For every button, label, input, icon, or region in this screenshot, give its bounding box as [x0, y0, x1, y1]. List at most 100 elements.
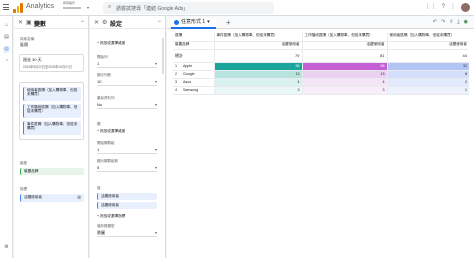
- close-icon[interactable]: ✕: [18, 19, 23, 26]
- insights-icon[interactable]: ◉: [464, 19, 468, 25]
- account-label: 所有帳戶: [63, 1, 76, 5]
- row-index: 1: [173, 62, 181, 71]
- total-label: 總計: [173, 49, 215, 63]
- tab-label: 任意形式 1: [181, 19, 206, 25]
- left-nav-rail: ⌂ ▤ ◎ ◔ ⚙: [0, 16, 13, 258]
- top-app-bar: Analytics 所有帳戶 ▾ ⌕ 請嘗試搜尋「連結 Google Ads」 …: [0, 0, 474, 16]
- freeform-table: 區隔 事件區隔（加入購物車、但從未購買） 工作階段區隔（加入購物車、但從未購買）…: [173, 33, 469, 95]
- segment-chip[interactable]: 事件區隔（加入購物車、但從未購買）: [23, 121, 81, 135]
- avatar[interactable]: [461, 3, 470, 12]
- heat-cell: 1: [387, 86, 469, 95]
- row-index: 3: [173, 78, 181, 87]
- show-cols-select[interactable]: 5 ▾: [97, 165, 157, 172]
- total-row: 總計 79 81 44: [173, 49, 469, 63]
- metric-header-row: 裝置品牌 活躍使用者 活躍使用者 活躍使用者: [173, 41, 469, 50]
- table-row[interactable]: 4 Samsung 3 3 1: [173, 86, 469, 95]
- download-icon[interactable]: ⤓: [457, 19, 459, 25]
- chevron-down-icon: ▾: [154, 230, 157, 235]
- show-cols-value: 5: [97, 165, 100, 170]
- segment-chip[interactable]: 使用者區隔（加入購物車、但從未購買）: [23, 87, 81, 101]
- heat-cell: 8: [387, 70, 469, 79]
- value-chip[interactable]: 活躍使用者: [97, 202, 157, 209]
- start-row-value: 1: [97, 61, 100, 66]
- tab-freeform[interactable]: 任意形式 1 ▾: [171, 18, 216, 29]
- tab-bar: 任意形式 1 ▾ + ↶ ↷ ⇪ ⤓ ◉: [167, 16, 474, 29]
- add-metric[interactable]: + 拖放或選擇指標: [97, 214, 125, 219]
- table-row[interactable]: 3 Asus 4 4 2: [173, 78, 469, 87]
- canvas-toolbar: ↶ ↷ ⇪ ⤓ ◉: [433, 19, 468, 25]
- exploration-canvas: 任意形式 1 ▾ + ↶ ↷ ⇪ ⤓ ◉ 區隔 事件區隔（加入購物車、但從未購買…: [167, 16, 474, 258]
- segments-box: 使用者區隔（加入購物車、但從未購買） 工作階段區隔（加入購物車、但從未購買） 事…: [19, 82, 84, 140]
- date-range-picker[interactable]: 過去 30 天 2024年9月22日至2024年10月21日: [19, 54, 84, 72]
- dimension-chip[interactable]: 裝置品牌: [20, 168, 84, 175]
- chevron-down-icon: ▾: [154, 79, 157, 84]
- variables-icon: ▣: [26, 20, 32, 26]
- metric-chip[interactable]: 活躍使用者: [20, 194, 84, 202]
- explore-icon[interactable]: ◎: [3, 46, 10, 53]
- heat-cell: 13: [302, 70, 388, 79]
- add-column-dimension[interactable]: + 拖放或選擇維度: [97, 129, 125, 134]
- home-icon[interactable]: ⌂: [3, 22, 10, 29]
- metric-column-header: 活躍使用者: [302, 41, 388, 50]
- advertising-icon[interactable]: ◔: [3, 58, 10, 65]
- show-rows-select[interactable]: 10 ▾: [97, 79, 157, 86]
- heat-cell: 58: [302, 62, 388, 71]
- row-index: 2: [173, 70, 181, 79]
- chevron-down-icon[interactable]: ▾: [87, 5, 89, 10]
- total-value: 81: [302, 49, 388, 63]
- cell-type-select[interactable]: 熱圖 ▾: [97, 230, 157, 237]
- settings-panel-header: ✕ ⚙ 設定 −: [90, 16, 165, 29]
- account-name-redacted: [63, 6, 81, 9]
- row-dimension-value: Google: [181, 70, 215, 79]
- total-value: 44: [387, 49, 469, 63]
- heat-cell: 4: [302, 78, 388, 87]
- search-bar[interactable]: ⌕ 請嘗試搜尋「連結 Google Ads」: [103, 2, 274, 14]
- freeform-icon: [174, 20, 179, 25]
- scrollbar[interactable]: [162, 38, 164, 74]
- table-row[interactable]: 2 Google 13 13 8: [173, 70, 469, 79]
- value-chip[interactable]: 活躍使用者: [97, 193, 157, 200]
- columns-label: 欄: [97, 122, 101, 126]
- start-row-select[interactable]: 1 ▾: [97, 61, 157, 68]
- start-col-label: 開始欄群組: [97, 141, 115, 145]
- dimensions-label: 維度: [20, 161, 27, 165]
- row-dimension-value: Samsung: [181, 86, 215, 95]
- help-icon[interactable]: ?: [442, 3, 445, 12]
- reports-icon[interactable]: ▤: [3, 34, 10, 41]
- heat-cell: 13: [214, 70, 303, 79]
- date-range-value: 過去 30 天: [23, 57, 42, 62]
- settings-icon: ⚙: [102, 20, 108, 26]
- chevron-down-icon: ▾: [154, 165, 157, 170]
- values-label: 值: [97, 186, 101, 190]
- more-vert-icon[interactable]: ⋮: [450, 3, 456, 12]
- cell-type-value: 熱圖: [97, 230, 105, 235]
- minimize-icon[interactable]: −: [157, 19, 161, 25]
- heat-cell: 3: [302, 86, 388, 95]
- minimize-icon[interactable]: −: [80, 19, 84, 25]
- app-title: Analytics: [26, 3, 55, 10]
- share-icon[interactable]: ⇪: [449, 19, 453, 25]
- start-col-select[interactable]: 1 ▾: [97, 147, 157, 154]
- segment-chip[interactable]: 工作階段區隔（加入購物車、但從未購買）: [23, 104, 81, 118]
- apps-grid-icon[interactable]: ⋮⋮: [425, 3, 437, 12]
- undo-icon[interactable]: ↶: [433, 19, 437, 25]
- chevron-down-icon: ▾: [154, 102, 157, 107]
- table-row[interactable]: 1 Apple 56 58 31: [173, 62, 469, 71]
- heat-cell: 31: [387, 62, 469, 71]
- metric-column-header: 活躍使用者: [214, 41, 303, 50]
- admin-gear-icon[interactable]: ⚙: [3, 244, 10, 251]
- menu-icon[interactable]: [3, 4, 9, 10]
- show-rows-value: 10: [97, 79, 102, 84]
- nested-rows-select[interactable]: No ▾: [97, 102, 157, 109]
- chevron-down-icon: ▾: [154, 147, 157, 152]
- close-icon[interactable]: ✕: [94, 19, 99, 26]
- redo-icon[interactable]: ↷: [441, 19, 445, 25]
- add-tab-button[interactable]: +: [226, 18, 231, 27]
- row-dimension-value: Asus: [181, 78, 215, 87]
- remove-metric-icon[interactable]: ⊗: [77, 195, 81, 201]
- add-row-dimension[interactable]: + 拖放或選擇維度: [97, 41, 125, 46]
- exploration-name-input[interactable]: 區隔: [20, 42, 28, 48]
- nested-rows-value: No: [97, 102, 103, 107]
- account-selector[interactable]: 所有帳戶: [63, 1, 81, 9]
- top-icons: ⋮⋮ ? ⋮: [425, 3, 470, 12]
